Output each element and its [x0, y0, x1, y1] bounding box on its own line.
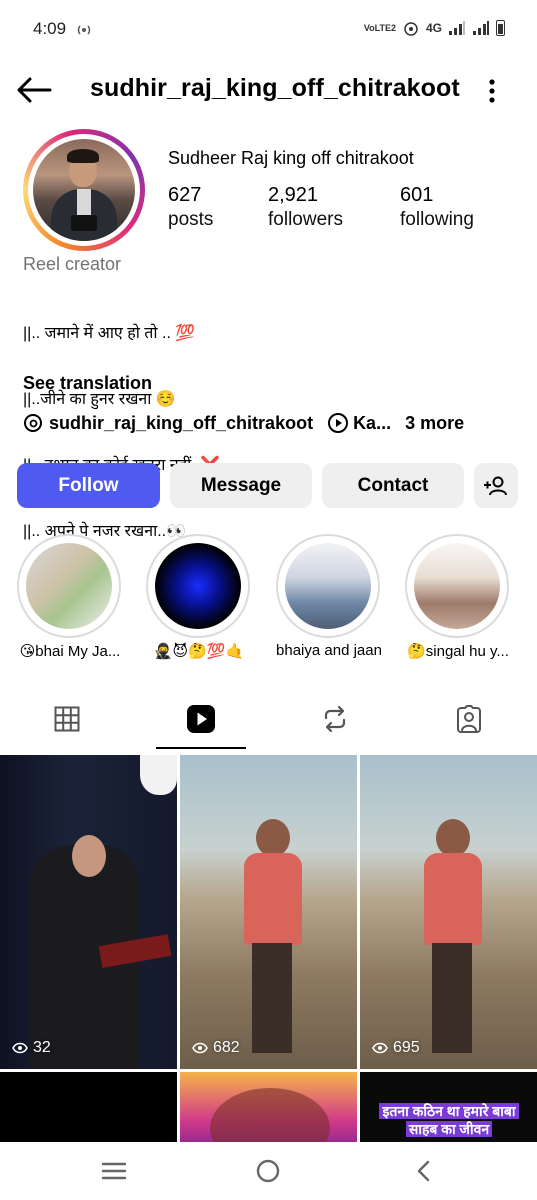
- highlight-label: 🤔singal hu y...: [407, 643, 509, 660]
- eye-icon: [12, 1042, 28, 1054]
- stat-followers-label: followers: [268, 209, 343, 230]
- view-count: 32: [12, 1039, 51, 1057]
- active-tab-indicator: [156, 747, 246, 749]
- threads-icon: [24, 414, 42, 432]
- system-nav-bar: [0, 1142, 537, 1200]
- status-bar: 4:09 VoLTE2 4G: [0, 0, 537, 60]
- grid-icon: [54, 706, 80, 732]
- wifi-calling-icon: [404, 22, 418, 36]
- reel-thumbnail[interactable]: 682: [180, 755, 357, 1069]
- reels-icon: [187, 705, 215, 733]
- recent-apps-button[interactable]: [94, 1156, 134, 1186]
- follow-button[interactable]: Follow: [17, 463, 160, 508]
- more-options-icon[interactable]: [480, 76, 504, 106]
- stat-following-label: following: [400, 209, 474, 230]
- header-username: sudhir_raj_king_off_chitrakoot: [90, 74, 460, 102]
- home-button[interactable]: [248, 1156, 288, 1186]
- view-count: 695: [372, 1039, 420, 1057]
- view-count-value: 695: [393, 1039, 420, 1056]
- hotspot-icon: [77, 25, 91, 35]
- bio-line: ||.. जमाने में आए हो तो .. 💯: [23, 325, 196, 342]
- reel-thumbnail[interactable]: 695: [360, 755, 537, 1069]
- overlay-line: साहब का जीवन: [405, 1121, 493, 1137]
- category-label: Reel creator: [23, 254, 122, 274]
- stat-posts-label: posts: [168, 209, 214, 230]
- system-back-button[interactable]: [404, 1156, 444, 1186]
- chevron-left-icon: [417, 1160, 430, 1182]
- tab-reels[interactable]: [134, 692, 268, 746]
- overlay-line: इतना कठिन था हमारे बाबा: [379, 1103, 519, 1119]
- home-circle-icon: [256, 1159, 280, 1183]
- reel-thumbnail[interactable]: 32: [0, 755, 177, 1069]
- highlight-cover: [414, 543, 500, 629]
- status-time: 4:09: [33, 19, 67, 38]
- stat-followers-value: 2,921: [268, 184, 319, 206]
- network-type: 4G: [425, 21, 442, 35]
- highlight-label: 🥷😈🤔💯🤙: [153, 643, 245, 660]
- highlight-cover: [26, 543, 112, 629]
- links-row: sudhir_raj_king_off_chitrakoot Ka... 3 m…: [23, 410, 464, 436]
- reel-overlay-text: इतना कठिन था हमारे बाबा साहब का जीवन: [364, 1102, 534, 1138]
- stat-followers[interactable]: 2,921 followers: [268, 184, 343, 231]
- add-person-icon: [484, 476, 507, 495]
- full-name: Sudheer Raj king off chitrakoot: [168, 148, 414, 168]
- view-count-value: 682: [213, 1039, 240, 1056]
- tagged-person-icon: [457, 705, 481, 733]
- see-translation-link[interactable]: See translation: [23, 373, 152, 394]
- signal-icon-2: [473, 21, 489, 35]
- reel-link[interactable]: Ka...: [353, 413, 391, 434]
- content-tabs: [0, 692, 537, 750]
- menu-lines-icon: [101, 1162, 127, 1180]
- tab-posts-grid[interactable]: [0, 692, 134, 746]
- suggested-users-button[interactable]: [474, 463, 518, 508]
- stat-posts[interactable]: 627 posts: [168, 184, 213, 231]
- view-count: 682: [192, 1039, 240, 1057]
- reel-thumbnail[interactable]: [0, 1072, 177, 1142]
- repost-icon: [324, 705, 346, 733]
- avatar[interactable]: [23, 129, 145, 251]
- back-arrow-icon[interactable]: [14, 74, 54, 106]
- message-button[interactable]: Message: [170, 463, 312, 508]
- signal-icon-1: [449, 21, 465, 35]
- battery-icon: [496, 20, 505, 36]
- more-links-button[interactable]: 3 more: [405, 413, 464, 434]
- tab-tagged[interactable]: [402, 692, 536, 746]
- tab-reposts[interactable]: [268, 692, 402, 746]
- play-circle-icon: [328, 413, 349, 433]
- highlight-cover: [155, 543, 241, 629]
- status-icons: VoLTE2 4G: [364, 20, 505, 36]
- reel-thumbnail[interactable]: [180, 1072, 357, 1142]
- threads-link[interactable]: sudhir_raj_king_off_chitrakoot: [49, 413, 313, 434]
- stat-posts-value: 627: [168, 184, 202, 206]
- profile-header: sudhir_raj_king_off_chitrakoot: [0, 62, 537, 118]
- volte-indicator: VoLTE2: [363, 22, 396, 33]
- contact-button[interactable]: Contact: [322, 463, 464, 508]
- stat-following[interactable]: 601 following: [400, 184, 474, 231]
- avatar-photo: [33, 139, 135, 241]
- highlight-cover: [285, 543, 371, 629]
- highlight-label: 😘bhai My Ja...: [19, 643, 121, 660]
- highlight-label: bhaiya and jaan: [276, 642, 382, 659]
- eye-icon: [192, 1042, 208, 1054]
- eye-icon: [372, 1042, 388, 1054]
- reel-thumbnail[interactable]: इतना कठिन था हमारे बाबा साहब का जीवन: [360, 1072, 537, 1142]
- stat-following-value: 601: [400, 184, 434, 206]
- view-count-value: 32: [33, 1039, 51, 1056]
